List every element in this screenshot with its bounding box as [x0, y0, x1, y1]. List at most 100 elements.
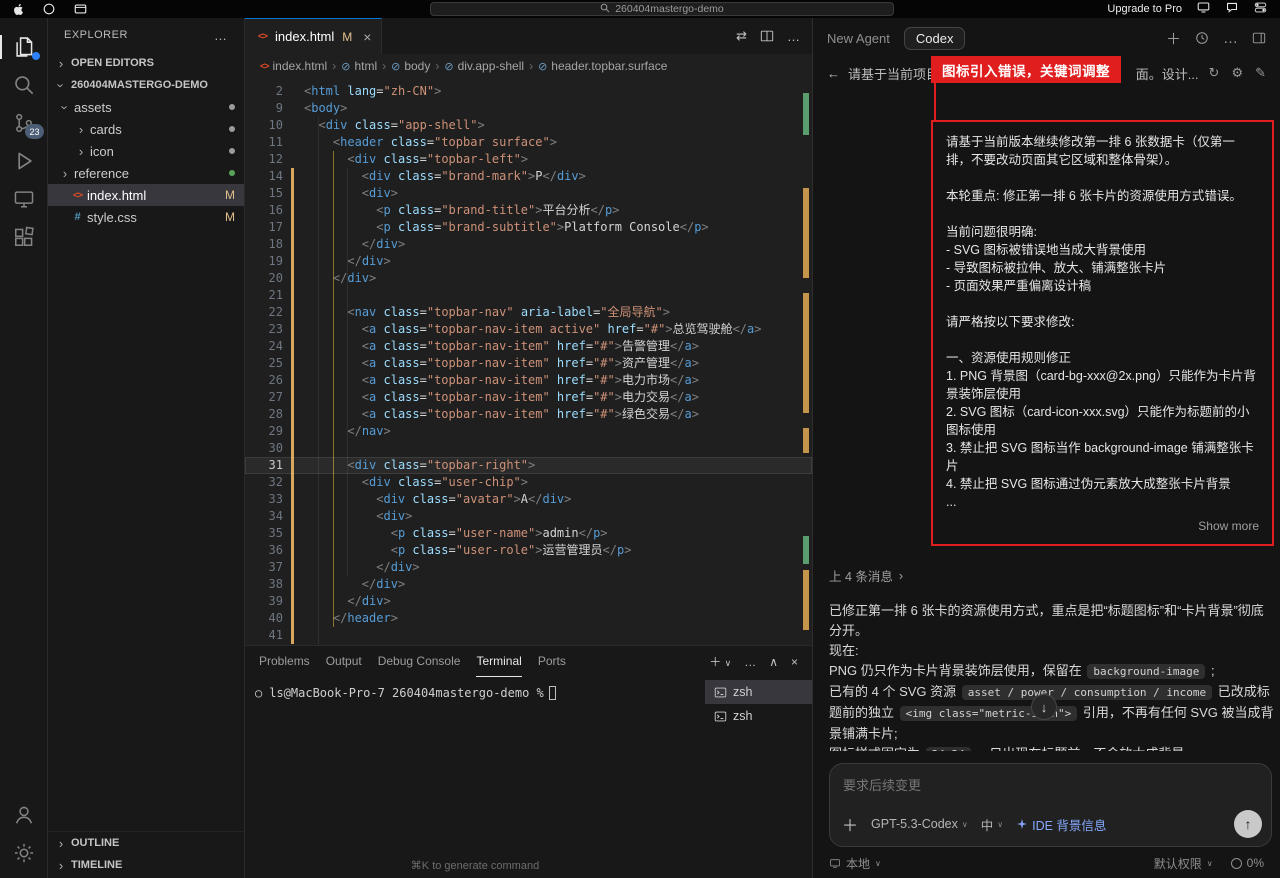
code-text[interactable]: <p class="brand-subtitle">Platform Conso…	[304, 219, 709, 236]
code-text[interactable]: <div class="user-chip">	[304, 474, 528, 491]
code-text[interactable]: <header class="topbar surface">	[304, 134, 557, 151]
menubar-window-icon[interactable]	[73, 2, 88, 16]
remote-preview-icon[interactable]	[0, 180, 48, 218]
previous-messages-link[interactable]: 上 4 条消息 ›	[829, 566, 1274, 585]
back-arrow-icon[interactable]: ←	[827, 66, 840, 81]
code-line[interactable]: 34 <div>	[245, 508, 812, 525]
code-line[interactable]: 2<html lang="zh-CN">	[245, 83, 812, 100]
code-line[interactable]: 35 <p class="user-name">admin</p>	[245, 525, 812, 542]
show-more-link[interactable]: Show more	[946, 517, 1259, 535]
code-text[interactable]: <p class="brand-title">平台分析</p>	[304, 202, 619, 219]
code-editor[interactable]: 2<html lang="zh-CN">9<body>10 <div class…	[245, 78, 812, 645]
extensions-icon[interactable]	[0, 218, 48, 256]
line-number[interactable]: 25	[245, 355, 291, 372]
line-number[interactable]: 29	[245, 423, 291, 440]
tree-folder-cards[interactable]: ›cards	[48, 118, 244, 140]
code-text[interactable]: <html lang="zh-CN">	[304, 83, 441, 100]
code-line[interactable]: 31 <div class="topbar-right">	[245, 457, 812, 474]
code-text[interactable]: <div>	[304, 185, 398, 202]
panel-tab-output[interactable]: Output	[326, 646, 362, 677]
line-number[interactable]: 28	[245, 406, 291, 423]
panel-tab-debug-console[interactable]: Debug Console	[378, 646, 461, 677]
close-tab-icon[interactable]: ×	[363, 29, 371, 45]
line-number[interactable]: 12	[245, 151, 291, 168]
code-line[interactable]: 32 <div class="user-chip">	[245, 474, 812, 491]
search-icon[interactable]	[0, 66, 48, 104]
terminal-session[interactable]: zsh	[705, 704, 812, 728]
overview-ruler[interactable]	[799, 78, 812, 645]
new-terminal-icon[interactable]: ＋ ∨	[709, 653, 731, 670]
code-line[interactable]: 17 <p class="brand-subtitle">Platform Co…	[245, 219, 812, 236]
more-actions-icon[interactable]: …	[744, 655, 756, 669]
history-icon[interactable]	[1195, 31, 1209, 45]
line-number[interactable]: 31	[245, 457, 291, 474]
code-line[interactable]: 23 <a class="topbar-nav-item active" hre…	[245, 321, 812, 338]
line-number[interactable]: 32	[245, 474, 291, 491]
code-line[interactable]: 16 <p class="brand-title">平台分析</p>	[245, 202, 812, 219]
language-selector[interactable]: 中∨	[981, 815, 1003, 834]
tree-file-style.css[interactable]: #style.cssM	[48, 206, 244, 228]
code-text[interactable]: <div class="brand-mark">P</div>	[304, 168, 586, 185]
breadcrumb-item[interactable]: ⊘body	[391, 59, 430, 73]
code-line[interactable]: 28 <a class="topbar-nav-item" href="#">绿…	[245, 406, 812, 423]
code-line[interactable]: 11 <header class="topbar surface">	[245, 134, 812, 151]
code-line[interactable]: 29 </nav>	[245, 423, 812, 440]
code-line[interactable]: 40 </header>	[245, 610, 812, 627]
permission-selector[interactable]: 默认权限∨	[1154, 855, 1213, 872]
apple-menu-icon[interactable]	[12, 2, 25, 17]
line-number[interactable]: 16	[245, 202, 291, 219]
more-actions-icon[interactable]: …	[787, 29, 800, 44]
line-number[interactable]: 24	[245, 338, 291, 355]
code-text[interactable]: <nav class="topbar-nav" aria-label="全局导航…	[304, 304, 670, 321]
code-text[interactable]: <a class="topbar-nav-item" href="#">绿色交易…	[304, 406, 699, 423]
line-number[interactable]: 19	[245, 253, 291, 270]
code-text[interactable]: <a class="topbar-nav-item" href="#">告警管理…	[304, 338, 699, 355]
code-text[interactable]: <a class="topbar-nav-item active" href="…	[304, 321, 761, 338]
new-chat-icon[interactable]: ＋	[1166, 28, 1181, 49]
model-selector[interactable]: GPT-5.3-Codex∨	[871, 817, 968, 831]
code-text[interactable]: <p class="user-role">运营管理员</p>	[304, 542, 631, 559]
environment-selector[interactable]: 本地∨	[829, 855, 881, 872]
chat-scroll-area[interactable]: 请基于当前版本继续修改第一排 6 张数据卡（仅第一排，不要改动页面其它区域和整体…	[829, 88, 1274, 751]
line-number[interactable]: 35	[245, 525, 291, 542]
more-options-icon[interactable]: …	[1223, 30, 1238, 47]
code-line[interactable]: 19 </div>	[245, 253, 812, 270]
code-line[interactable]: 14 <div class="brand-mark">P</div>	[245, 168, 812, 185]
tree-file-index.html[interactable]: <>index.htmlM	[48, 184, 244, 206]
line-number[interactable]: 40	[245, 610, 291, 627]
code-text[interactable]: </div>	[304, 593, 391, 610]
line-number[interactable]: 39	[245, 593, 291, 610]
code-line[interactable]: 22 <nav class="topbar-nav" aria-label="全…	[245, 304, 812, 321]
code-text[interactable]: <body>	[304, 100, 347, 117]
open-editors-section[interactable]: › OPEN EDITORS	[48, 52, 244, 74]
line-number[interactable]: 26	[245, 372, 291, 389]
code-line[interactable]: 9<body>	[245, 100, 812, 117]
code-line[interactable]: 30	[245, 440, 812, 457]
display-icon[interactable]	[1196, 1, 1211, 17]
maximize-panel-icon[interactable]: ∧	[769, 655, 778, 669]
code-text[interactable]: <div class="topbar-left">	[304, 151, 528, 168]
run-debug-icon[interactable]	[0, 142, 48, 180]
project-section[interactable]: › 260404MASTERGO-DEMO	[48, 74, 244, 96]
code-line[interactable]: 25 <a class="topbar-nav-item" href="#">资…	[245, 355, 812, 372]
code-text[interactable]: <div class="app-shell">	[304, 117, 485, 134]
breadcrumb-item[interactable]: ⊘div.app-shell	[444, 59, 524, 73]
line-number[interactable]: 18	[245, 236, 291, 253]
code-line[interactable]: 37 </div>	[245, 559, 812, 576]
line-number[interactable]: 11	[245, 134, 291, 151]
code-line[interactable]: 24 <a class="topbar-nav-item" href="#">告…	[245, 338, 812, 355]
send-button[interactable]: ↑	[1234, 810, 1262, 838]
code-line[interactable]: 26 <a class="topbar-nav-item" href="#">电…	[245, 372, 812, 389]
panel-tab-ports[interactable]: Ports	[538, 646, 566, 677]
upgrade-to-pro-link[interactable]: Upgrade to Pro	[1107, 3, 1182, 15]
outline-section[interactable]: › OUTLINE	[48, 832, 244, 854]
code-text[interactable]: <div class="topbar-right">	[304, 457, 535, 474]
code-text[interactable]: <a class="topbar-nav-item" href="#">资产管理…	[304, 355, 699, 372]
usage-meter[interactable]: 0%	[1231, 856, 1264, 870]
line-number[interactable]: 36	[245, 542, 291, 559]
code-line[interactable]: 12 <div class="topbar-left">	[245, 151, 812, 168]
code-text[interactable]: </div>	[304, 253, 391, 270]
sidebar-more-icon[interactable]: …	[214, 28, 228, 43]
line-number[interactable]: 23	[245, 321, 291, 338]
code-text[interactable]: <a class="topbar-nav-item" href="#">电力交易…	[304, 389, 699, 406]
